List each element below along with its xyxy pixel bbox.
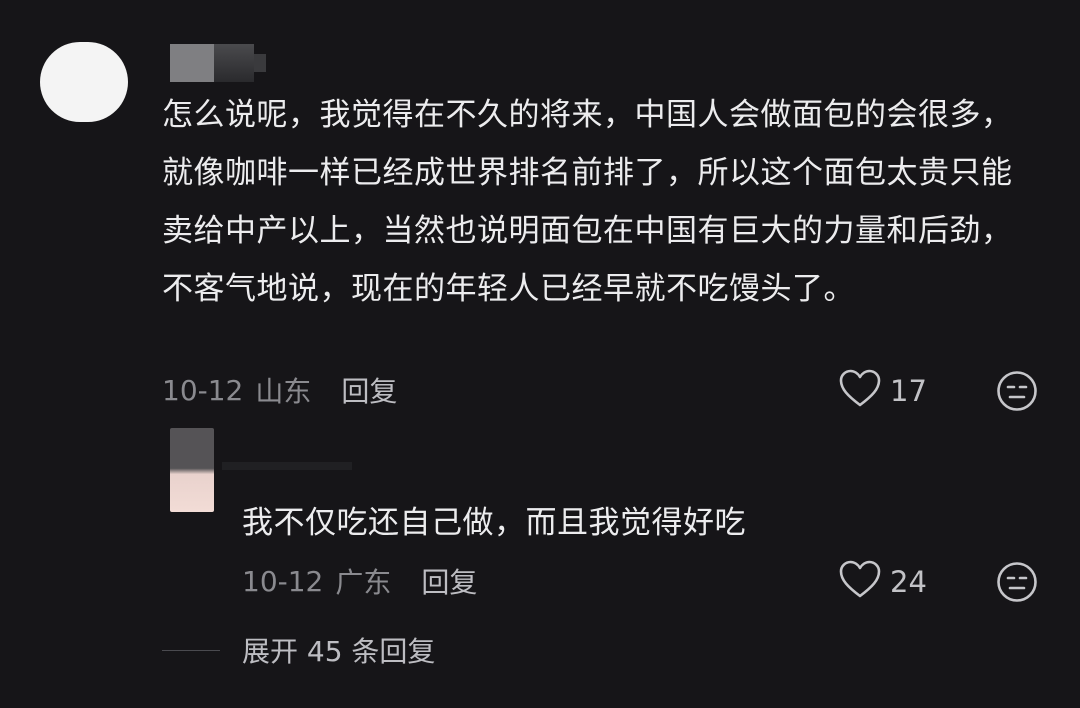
reply-button[interactable]: 回复 (341, 370, 397, 410)
reply-date: 10-12 (242, 564, 324, 598)
reply-reply-button[interactable]: 回复 (421, 561, 477, 601)
reply-location: 广东 (335, 566, 392, 599)
reply-text: 我不仅吃还自己做，而且我觉得好吃 (242, 505, 746, 541)
reply-username-blurred[interactable] (222, 462, 352, 470)
reply-meta: 10-12 广东 回复 (242, 561, 477, 601)
heart-icon[interactable] (838, 368, 890, 415)
username-blurred[interactable] (170, 44, 266, 82)
neutral-face-icon[interactable] (996, 561, 1038, 603)
avatar[interactable] (40, 42, 128, 122)
comment-text: 怎么说呢，我觉得在不久的将来，中国人会做面包的会很多，就像咖啡一样已经成世界排名… (162, 97, 1013, 307)
divider-line (162, 649, 220, 651)
expand-replies-label[interactable]: 展开 45 条回复 (242, 630, 435, 670)
heart-icon[interactable] (838, 559, 890, 606)
reply-like-button[interactable]: 24 (838, 559, 927, 606)
comment-date: 10-12 (162, 373, 244, 407)
comment-location: 山东 (255, 375, 312, 408)
expand-replies[interactable]: 展开 45 条回复 (162, 630, 435, 670)
comment-meta: 10-12 山东 回复 (162, 370, 397, 410)
neutral-face-icon[interactable] (996, 370, 1038, 412)
reply-avatar[interactable] (170, 428, 214, 512)
reply-like-count: 24 (890, 565, 927, 599)
like-button[interactable]: 17 (838, 368, 927, 415)
like-count: 17 (890, 374, 927, 408)
